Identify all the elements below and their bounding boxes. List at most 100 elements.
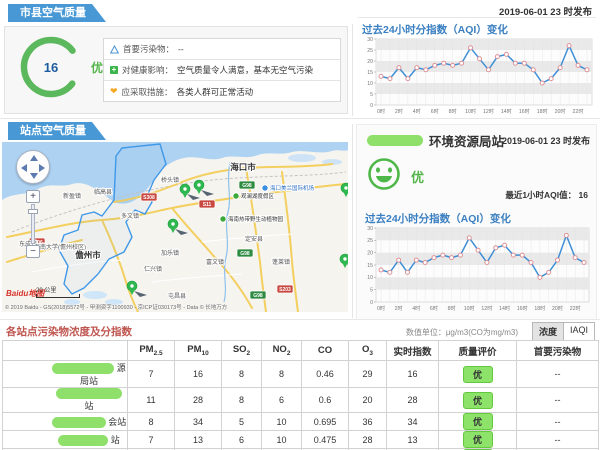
aqi-gauge-level: 优 (91, 59, 103, 76)
table-header: PM2.5PM10SO2NO2COO3实时指数质量评价首要污染物 (3, 341, 599, 361)
svg-text:12时: 12时 (481, 304, 492, 312)
rating-cell: 优 (439, 388, 517, 413)
zoom-slider[interactable] (31, 204, 35, 244)
svg-text:海口美兰国际机场: 海口美兰国际机场 (270, 184, 315, 192)
table-row: 站 1128860.62028 优 -- (3, 388, 599, 413)
divider (0, 118, 600, 119)
col-header: CO (302, 341, 349, 361)
value-cell: 10 (262, 431, 302, 449)
value-cell: 16 (175, 361, 222, 388)
toggle-concentration[interactable]: 浓度 (532, 322, 564, 341)
redacted-station-name (52, 417, 106, 428)
station-name-cell: 源局站 (3, 361, 128, 388)
primary-pollutant-cell: -- (517, 388, 599, 413)
map-town-label: 富文镇 (206, 258, 224, 266)
road-shield: S203 (277, 285, 293, 293)
svg-text:0: 0 (370, 103, 373, 109)
smiley-face-icon (365, 155, 405, 195)
road-shield: G98 (239, 181, 255, 189)
map-scale: 20 公里 (36, 285, 80, 298)
value-cell: 28 (387, 388, 439, 413)
redacted-station-name (56, 388, 122, 399)
pan-down-icon[interactable] (30, 173, 38, 179)
value-cell: 28 (175, 388, 222, 413)
city-aqi-card: 16 优 首要污染物： --+ 对健康影响： 空气质量令人满意，基本无空气污染❤… (4, 26, 348, 114)
pan-left-icon[interactable] (21, 164, 27, 172)
map-town-label: 仁兴镇 (144, 265, 162, 273)
svg-text:2时: 2时 (395, 107, 403, 115)
aqi-24h-chart-station: 0 5 10 15 20 25 300时2时4时6时8时10时12时14时16时… (360, 223, 594, 315)
svg-text:10: 10 (367, 275, 373, 281)
map-town-label: 新盈镇 (63, 192, 81, 200)
zoom-slider-handle[interactable] (28, 209, 38, 214)
rating-badge: 优 (463, 392, 493, 409)
pan-up-icon[interactable] (30, 155, 38, 161)
baidu-map[interactable]: G98G98G98S308S11S306S203观澜湖度假区海南热带野生动植物园… (2, 142, 348, 312)
value-cell: 8 (262, 361, 302, 388)
value-cell: 10 (262, 413, 302, 431)
col-header: O3 (349, 341, 387, 361)
svg-text:8时: 8时 (448, 304, 456, 312)
col-station (3, 341, 128, 361)
map-pan-control[interactable] (16, 150, 50, 184)
divider (352, 124, 353, 318)
svg-text:观澜湖度假区: 观澜湖度假区 (241, 192, 275, 200)
value-cell: 6 (222, 431, 262, 449)
svg-text:20: 20 (367, 250, 373, 256)
value-cell: 5 (222, 413, 262, 431)
map-poi[interactable]: 海南热带野生动植物园 (220, 215, 284, 223)
zoom-in-button[interactable]: + (26, 190, 40, 203)
station-name-cell: 站 (3, 431, 128, 449)
toggle-iaqi[interactable]: IAQI (564, 322, 595, 341)
aqi-gauge: 16 (19, 35, 83, 99)
aqi-24h-chart-city: 0 5 10 15 20 25 300时2时4时6时8时10时12时14时16时… (360, 34, 597, 118)
svg-text:30: 30 (367, 226, 373, 232)
col-header: NO2 (262, 341, 302, 361)
svg-text:0时: 0时 (377, 107, 385, 115)
svg-text:5: 5 (370, 92, 373, 98)
publish-time-top: 2019-06-01 23 时发布 (499, 4, 592, 18)
svg-text:16时: 16时 (517, 304, 528, 312)
svg-text:10时: 10时 (465, 107, 476, 115)
info-label: 应采取措施： (122, 86, 173, 98)
svg-text:20时: 20时 (552, 304, 563, 312)
pollutant-table: PM2.5PM10SO2NO2COO3实时指数质量评价首要污染物 源局站 716… (2, 340, 599, 450)
zoom-out-button[interactable]: − (26, 245, 40, 258)
redacted-station-name (58, 435, 108, 446)
pollutant-triangle-icon (110, 45, 119, 54)
tab-station-label: 站点空气质量 (20, 125, 86, 137)
svg-text:G98: G98 (253, 293, 263, 299)
primary-pollutant-cell: -- (517, 413, 599, 431)
aqi-info-box: 首要污染物： --+ 对健康影响： 空气质量令人满意，基本无空气污染❤ 应采取措… (103, 38, 341, 102)
value-cell: 34 (387, 413, 439, 431)
map-poi[interactable]: 海口美兰国际机场 (262, 184, 315, 192)
map-town-label: 多文镇 (121, 212, 139, 220)
pan-right-icon[interactable] (39, 164, 45, 172)
svg-text:海南热带野生动植物园: 海南热带野生动植物园 (228, 215, 284, 223)
map-zoom-control[interactable]: + − (26, 190, 40, 258)
map-town-label: 蓬莱镇 (272, 258, 290, 266)
svg-text:4时: 4时 (412, 304, 420, 312)
col-header: 首要污染物 (517, 341, 599, 361)
value-cell: 36 (349, 413, 387, 431)
redacted-station-prefix (367, 135, 423, 146)
value-cell: 29 (349, 361, 387, 388)
primary-pollutant-cell: -- (517, 431, 599, 449)
map-town-label: 屯昌县 (168, 292, 186, 300)
value-cell: 11 (128, 388, 175, 413)
col-header: 实时指数 (387, 341, 439, 361)
station-detail-panel: 环境资源局站 2019-06-01 23 时发布 优 最近1小时AQI值： 16… (356, 124, 597, 320)
svg-text:25: 25 (367, 48, 373, 54)
road-shield: S11 (199, 200, 215, 208)
svg-text:6时: 6时 (431, 107, 439, 115)
value-cell: 0.475 (302, 431, 349, 449)
svg-text:15: 15 (367, 70, 373, 76)
info-row: 首要污染物： -- (104, 39, 340, 60)
info-row: + 对健康影响： 空气质量令人满意，基本无空气污染 (104, 60, 340, 81)
svg-text:2时: 2时 (395, 304, 403, 312)
recent-aqi: 最近1小时AQI值： 16 (505, 189, 588, 201)
svg-text:8时: 8时 (449, 107, 457, 115)
svg-text:14时: 14时 (499, 304, 510, 312)
svg-text:25: 25 (367, 238, 373, 244)
svg-text:18时: 18时 (537, 107, 548, 115)
